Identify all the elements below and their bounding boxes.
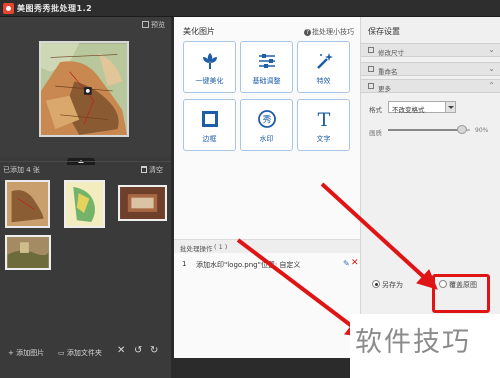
one-click-beautify-button[interactable]: 一键美化	[183, 41, 236, 93]
added-count-label: 已添加 4 张	[3, 166, 40, 174]
preview-button[interactable]: 预览	[142, 20, 165, 30]
magic-wand-icon	[317, 53, 333, 69]
quality-slider-fill	[388, 129, 462, 131]
add-folder-button[interactable]: ▭ 添加文件夹	[58, 348, 102, 358]
dropdown-arrow-icon	[445, 102, 455, 112]
image-thumbnail[interactable]	[5, 180, 50, 228]
beautify-panel: 美化图片 ? 批处理小技巧 一键美化 基础调整 特效 边框 秀 水印 T 文字 …	[174, 17, 360, 358]
image-thumbnail[interactable]	[118, 185, 167, 221]
folder-icon: ▭	[58, 349, 67, 357]
tips-link[interactable]: ? 批处理小技巧	[304, 27, 354, 37]
save-as-option[interactable]: 另存为	[372, 280, 403, 290]
quality-value: 90%	[475, 127, 489, 134]
save-settings-title: 保存设置	[368, 27, 400, 36]
site-watermark: 软件技巧	[355, 327, 471, 358]
beautify-title: 美化图片	[183, 27, 215, 36]
quality-label: 画质	[369, 129, 382, 137]
batch-title: 批处理操作	[180, 245, 213, 253]
sliders-icon	[259, 54, 275, 68]
basic-adjust-button[interactable]: 基础调整	[240, 41, 293, 93]
image-thumbnail[interactable]	[64, 180, 105, 228]
preview-area: 预览	[0, 17, 171, 157]
quality-slider-thumb[interactable]	[456, 125, 467, 134]
plus-icon: +	[8, 349, 17, 357]
delete-operation-icon[interactable]: ✕	[351, 258, 359, 268]
rename-section[interactable]: 重命名 ⌄	[361, 62, 500, 76]
trash-icon	[141, 166, 147, 173]
watermark-icon: 秀	[258, 110, 276, 128]
edit-icon[interactable]: ✎	[343, 259, 350, 268]
clear-button[interactable]: 清空	[141, 165, 163, 175]
preview-image	[39, 41, 129, 137]
frame-button[interactable]: 边框	[183, 99, 236, 151]
operation-number: 1	[182, 260, 187, 268]
svg-text:秀: 秀	[262, 114, 271, 126]
format-select[interactable]: 不改变格式	[388, 101, 456, 114]
more-icon	[368, 83, 374, 89]
flower-icon	[203, 53, 217, 69]
app-logo-icon	[3, 3, 14, 14]
added-images-bar: 已添加 4 张 清空	[0, 161, 171, 176]
svg-text:T: T	[318, 109, 331, 129]
batch-operations-header: 批处理操作 ( 1 )	[174, 239, 360, 253]
beautify-header: 美化图片 ? 批处理小技巧	[174, 17, 360, 39]
help-icon: ?	[304, 29, 311, 36]
resize-icon	[368, 47, 374, 53]
image-list-panel: 预览 已添加 4 张 清空 + 添加图片 ▭ 添加文件夹 ✕ ↺ ↻	[0, 17, 171, 378]
left-toolbar: + 添加图片 ▭ 添加文件夹 ✕ ↺ ↻	[0, 343, 171, 361]
text-icon: T	[318, 109, 331, 129]
operation-text: 添加水印"logo.png"位置: 自定义	[196, 261, 301, 269]
rename-icon	[368, 66, 374, 72]
rotate-left-icon[interactable]: ↺	[134, 346, 142, 356]
radio-selected-icon	[372, 280, 380, 288]
rotate-right-icon[interactable]: ↻	[150, 346, 158, 356]
chevron-down-icon: ⌄	[488, 45, 495, 54]
operation-row[interactable]: 1 添加水印"logo.png"位置: 自定义 ✎ ✕	[174, 257, 360, 271]
format-label: 格式	[369, 106, 382, 114]
batch-count: ( 1 )	[214, 243, 228, 251]
app-title: 美图秀秀批处理1.2	[17, 4, 93, 13]
chevron-down-icon: ⌄	[488, 64, 495, 73]
preview-icon	[142, 21, 149, 28]
resize-section[interactable]: 修改尺寸 ⌄	[361, 43, 500, 57]
delete-icon[interactable]: ✕	[117, 346, 125, 356]
frame-icon	[202, 111, 218, 127]
more-section[interactable]: 更多 ⌃	[361, 79, 500, 93]
image-thumbnail[interactable]	[5, 235, 51, 270]
text-button[interactable]: T 文字	[297, 99, 350, 151]
highlight-box	[432, 274, 490, 313]
watermark-button[interactable]: 秀 水印	[240, 99, 293, 151]
effects-button[interactable]: 特效	[297, 41, 350, 93]
chevron-up-icon: ⌃	[488, 81, 495, 90]
add-image-button[interactable]: + 添加图片	[8, 348, 44, 358]
title-bar: 美图秀秀批处理1.2	[0, 0, 500, 17]
